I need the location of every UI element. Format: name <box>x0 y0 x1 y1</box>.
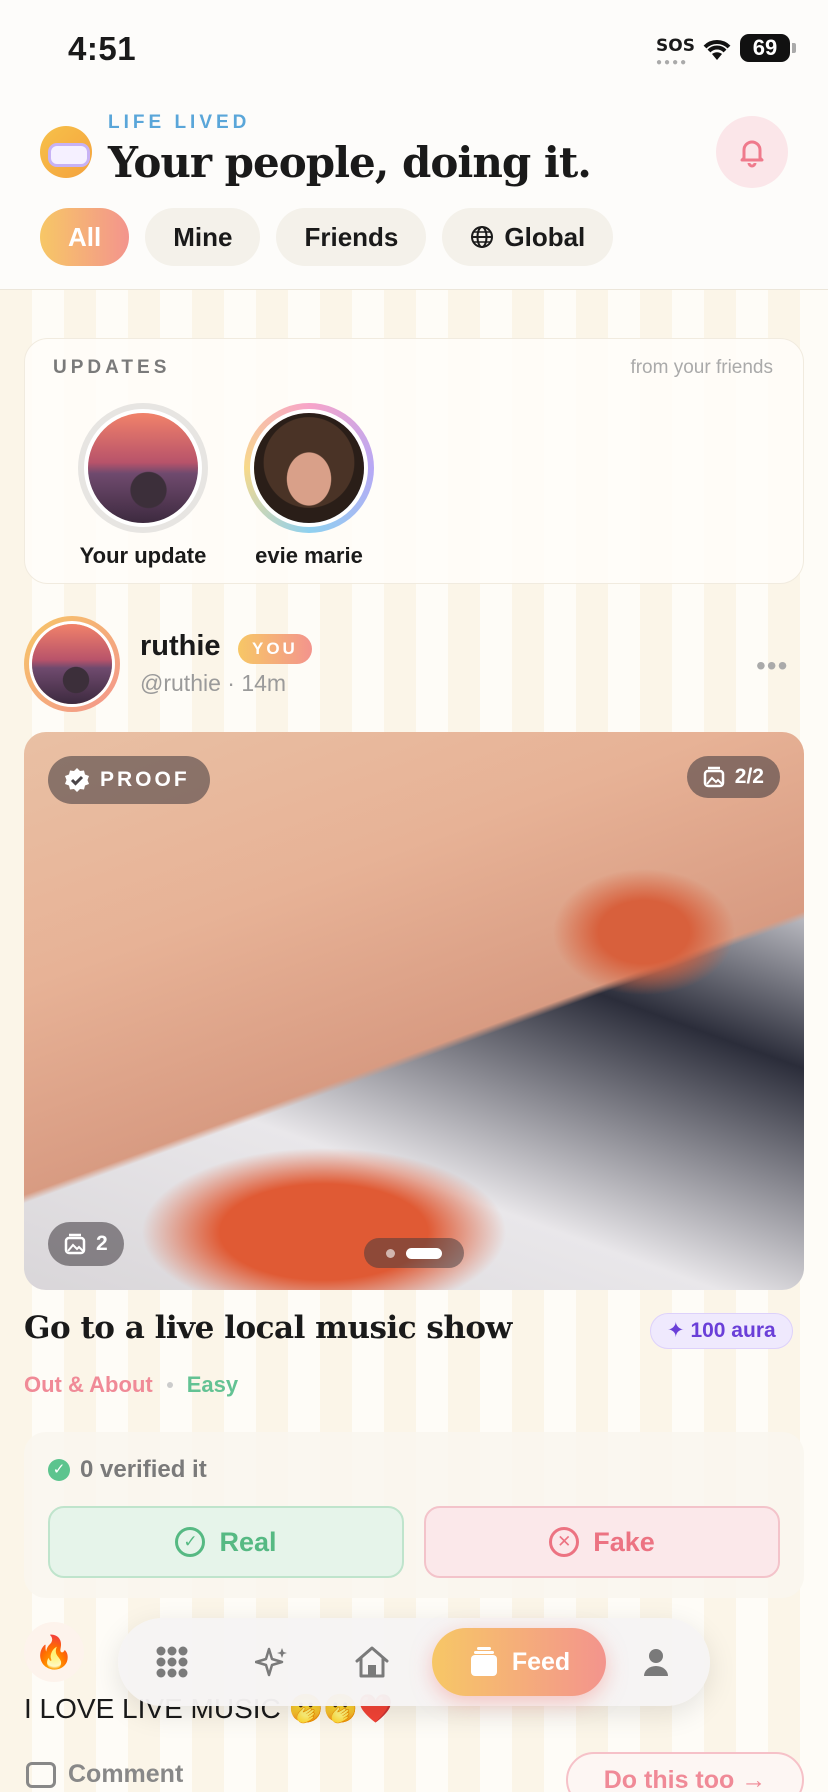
nav-home[interactable] <box>352 1642 392 1682</box>
nav-profile[interactable] <box>636 1642 676 1682</box>
x-circle-icon: ✕ <box>549 1527 580 1557</box>
status-bar: 4:51 SOS ●●●● 69 <box>0 0 828 100</box>
check-circle-icon: ✓ <box>175 1527 206 1557</box>
real-label: Real <box>219 1526 277 1557</box>
category-tag: Out & About <box>24 1372 153 1397</box>
check-icon: ✓ <box>48 1459 70 1481</box>
app-logo <box>40 126 92 178</box>
battery-icon: 69 <box>740 34 796 62</box>
story-ring <box>244 403 374 533</box>
comment-label: Comment <box>68 1760 184 1788</box>
fake-label: Fake <box>593 1526 655 1557</box>
filter-tabs: All Mine Friends Global <box>40 208 614 266</box>
aura-badge: ✦ 100 aura <box>650 1313 793 1349</box>
tab-mine-label: Mine <box>173 221 233 252</box>
stack-count: 2 <box>96 1232 108 1255</box>
page-title: Your people, doing it. <box>108 138 592 187</box>
photo-counter-label: 2/2 <box>734 765 764 788</box>
aura-label: 100 aura <box>690 1319 776 1342</box>
comment-button[interactable]: Comment <box>26 1760 183 1789</box>
app-header: LIFE LIVED Your people, doing it. All Mi… <box>0 100 828 290</box>
nav-discover[interactable] <box>252 1642 292 1682</box>
photo-stack-badge[interactable]: 2 <box>48 1222 124 1266</box>
tab-all-label: All <box>68 221 102 252</box>
you-badge: YOU <box>238 634 312 664</box>
tab-friends-label: Friends <box>304 221 399 252</box>
do-this-too-button[interactable]: Do this too → <box>566 1752 804 1792</box>
home-icon <box>355 1646 389 1678</box>
page-dot <box>386 1249 395 1258</box>
bottom-nav: Feed <box>118 1618 710 1706</box>
story-ring <box>78 403 208 533</box>
updates-subtitle: from your friends <box>630 357 773 378</box>
story-evie-marie[interactable]: evie marie <box>219 403 399 569</box>
grid-icon <box>156 1646 188 1678</box>
verified-label: 0 verified it <box>80 1456 207 1483</box>
post-meta: @ruthie · 14m <box>140 670 287 696</box>
tab-mine[interactable]: Mine <box>145 208 261 266</box>
post-photo[interactable]: PROOF 2/2 2 <box>24 732 804 1290</box>
page-dot-active <box>406 1248 442 1259</box>
nav-feed-label: Feed <box>511 1647 571 1676</box>
avatar <box>84 409 202 527</box>
avatar <box>250 409 368 527</box>
photo-counter: 2/2 <box>686 756 780 798</box>
globe-icon <box>471 226 494 248</box>
profile-icon <box>644 1649 668 1676</box>
story-name: evie marie <box>255 543 363 568</box>
brand-name: LIFE LIVED <box>108 112 251 133</box>
feed-icon <box>470 1647 497 1676</box>
proof-label: PROOF <box>100 768 190 791</box>
notifications-button[interactable] <box>716 116 788 188</box>
updates-title: UPDATES <box>53 357 171 378</box>
sparkle-icon <box>255 1647 287 1677</box>
tab-global[interactable]: Global <box>442 208 614 266</box>
bell-icon <box>740 140 764 168</box>
verified-count: ✓ 0 verified it <box>48 1456 207 1484</box>
verified-check-icon <box>65 768 89 792</box>
real-button[interactable]: ✓ Real <box>48 1506 404 1578</box>
verify-card: ✓ 0 verified it ✓ Real ✕ Fake <box>24 1432 804 1598</box>
sos-indicator: SOS <box>656 36 695 56</box>
more-options-icon[interactable]: ••• <box>756 650 788 682</box>
proof-badge: PROOF <box>48 756 210 804</box>
signal-dots-icon: ●●●● <box>656 57 689 68</box>
tab-all[interactable]: All <box>40 208 130 266</box>
post-author-name[interactable]: ruthie <box>140 630 221 663</box>
updates-card: UPDATES from your friends Your update ev… <box>24 338 804 584</box>
tab-friends[interactable]: Friends <box>276 208 427 266</box>
image-stack-icon <box>703 766 725 788</box>
story-your-update[interactable]: Your update <box>53 403 233 569</box>
nav-feed[interactable]: Feed <box>432 1628 606 1696</box>
fake-button[interactable]: ✕ Fake <box>424 1506 780 1578</box>
post-avatar[interactable] <box>24 616 120 712</box>
tab-global-label: Global <box>504 221 586 252</box>
wifi-icon <box>703 40 731 60</box>
carousel-page-indicator[interactable] <box>364 1238 464 1268</box>
story-name: Your update <box>79 543 207 568</box>
status-time: 4:51 <box>68 30 137 67</box>
fire-reaction-icon[interactable]: 🔥 <box>24 1622 84 1682</box>
difficulty-tag: Easy <box>186 1372 239 1397</box>
image-stack-icon <box>64 1233 86 1255</box>
comment-icon <box>26 1761 56 1788</box>
challenge-tags: Out & About Easy <box>24 1372 238 1398</box>
nav-grid[interactable] <box>152 1642 192 1682</box>
challenge-title: Go to a live local music show <box>24 1310 512 1346</box>
tag-separator <box>166 1382 173 1388</box>
